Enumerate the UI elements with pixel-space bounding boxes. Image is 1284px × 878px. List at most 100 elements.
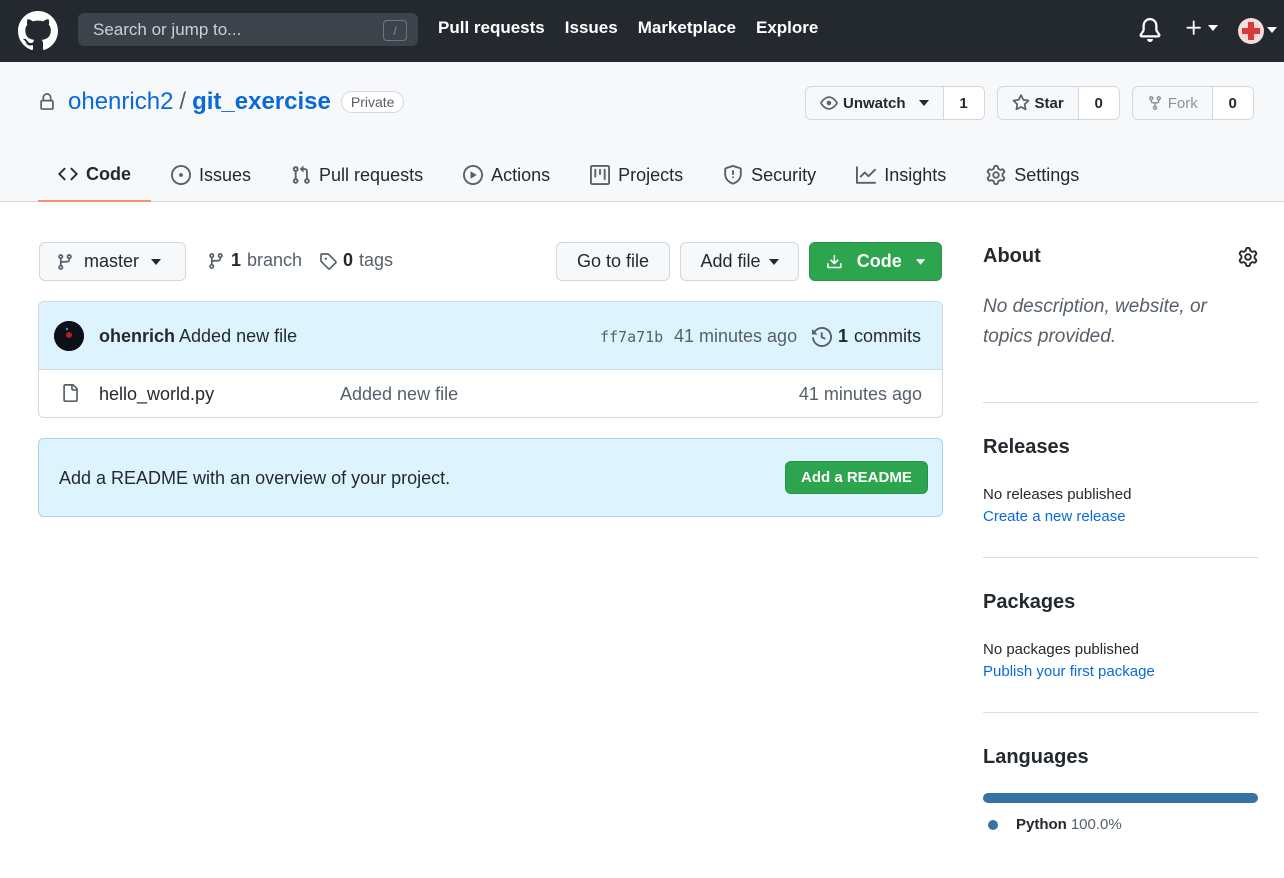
star-button-group: Star 0	[996, 86, 1120, 120]
divider	[983, 712, 1258, 713]
fork-label: Fork	[1167, 94, 1198, 112]
nav-pull-requests[interactable]: Pull requests	[438, 18, 545, 38]
tab-label: Actions	[491, 164, 551, 185]
file-row: hello_world.py Added new file 41 minutes…	[39, 370, 942, 417]
divider	[983, 402, 1258, 403]
code-button-label: Code	[856, 251, 902, 271]
tag-label: tags	[359, 250, 394, 270]
fork-button[interactable]: Fork	[1133, 87, 1213, 119]
language-name: Python	[1016, 816, 1067, 833]
tags-link[interactable]: 0 tags	[319, 250, 393, 271]
repo-actions: Unwatch 1 Star 0 Fork 0	[805, 86, 1254, 120]
code-download-button[interactable]: Code	[809, 242, 942, 281]
caret-down-icon	[915, 258, 925, 265]
language-item[interactable]: Python 100.0%	[988, 816, 1122, 833]
file-name-link[interactable]: hello_world.py	[99, 384, 214, 405]
go-to-file-button[interactable]: Go to file	[556, 242, 670, 281]
branch-count: 1	[231, 250, 242, 270]
tab-pull-requests[interactable]: Pull requests	[271, 148, 443, 202]
tab-issues[interactable]: Issues	[151, 148, 271, 202]
history-icon	[812, 326, 832, 347]
caret-down-icon	[918, 100, 929, 106]
star-count[interactable]: 0	[1078, 87, 1119, 119]
nav-issues[interactable]: Issues	[565, 18, 618, 38]
global-nav: Pull requests Issues Marketplace Explore	[438, 18, 818, 38]
star-icon	[1012, 94, 1029, 111]
caret-down-icon[interactable]	[1267, 27, 1277, 33]
fork-icon	[1148, 96, 1161, 111]
code-icon	[58, 167, 78, 181]
lock-icon	[40, 93, 54, 110]
tab-insights[interactable]: Insights	[836, 148, 966, 202]
shield-icon	[724, 165, 742, 185]
commit-message[interactable]: Added new file	[179, 326, 297, 346]
gear-icon	[986, 165, 1006, 185]
user-avatar[interactable]	[1238, 18, 1264, 44]
unwatch-label: Unwatch	[843, 94, 906, 112]
pull-request-icon	[292, 165, 310, 184]
fork-button-group: Fork 0	[1131, 86, 1254, 120]
branch-icon	[58, 253, 72, 270]
commit-sha[interactable]: ff7a71b	[600, 328, 663, 346]
nav-marketplace[interactable]: Marketplace	[638, 18, 736, 38]
repo-separator: /	[179, 88, 187, 115]
add-file-label: Add file	[700, 251, 761, 271]
add-file-button[interactable]: Add file	[680, 242, 799, 281]
caret-down-icon	[1208, 25, 1218, 31]
tab-security[interactable]: Security	[703, 148, 836, 202]
caret-down-icon	[768, 258, 779, 265]
tab-label: Code	[86, 163, 131, 184]
publish-package-link[interactable]: Publish your first package	[983, 663, 1155, 680]
project-icon	[590, 165, 611, 185]
commits-history-link[interactable]: 1 commits	[812, 326, 921, 347]
unwatch-button[interactable]: Unwatch	[806, 87, 944, 119]
watch-count[interactable]: 1	[943, 87, 984, 119]
commit-author[interactable]: ohenrich	[99, 326, 175, 346]
packages-title[interactable]: Packages	[983, 591, 1075, 614]
graph-icon	[856, 166, 877, 184]
notifications-bell-icon[interactable]	[1138, 18, 1162, 42]
commit-count: 1	[838, 326, 849, 346]
tab-projects[interactable]: Projects	[570, 148, 703, 202]
branch-label: branch	[247, 250, 303, 270]
search-input[interactable]: Search or jump to... /	[78, 13, 418, 46]
file-commit-message[interactable]: Added new file	[340, 384, 458, 405]
repo-owner-link[interactable]: ohenrich2	[68, 88, 173, 116]
readme-banner-text: Add a README with an overview of your pr…	[59, 468, 451, 488]
add-readme-button[interactable]: Add a README	[785, 461, 928, 494]
tag-icon	[320, 252, 337, 270]
divider	[983, 557, 1258, 558]
commit-count-label: commits	[854, 326, 922, 346]
create-release-link[interactable]: Create a new release	[983, 508, 1126, 525]
github-logo-icon[interactable]	[18, 11, 58, 51]
eye-icon	[820, 96, 838, 110]
tab-settings[interactable]: Settings	[966, 148, 1099, 202]
nav-explore[interactable]: Explore	[756, 18, 818, 38]
repo-tabs: Code Issues Pull requests Actions Projec…	[38, 148, 1099, 202]
repo-name-link[interactable]: git_exercise	[192, 88, 331, 116]
latest-commit-row: ohenrich Added new file ff7a71b 41 minut…	[39, 302, 942, 370]
commit-author-avatar[interactable]	[54, 321, 84, 351]
file-browser: ohenrich Added new file ff7a71b 41 minut…	[38, 301, 943, 418]
commit-summary: ohenrich Added new file	[99, 326, 297, 347]
search-placeholder: Search or jump to...	[93, 19, 242, 39]
tab-actions[interactable]: Actions	[443, 148, 570, 202]
create-new-menu[interactable]	[1184, 18, 1218, 38]
visibility-badge: Private	[340, 91, 405, 113]
about-title: About	[983, 245, 1041, 267]
branch-icon	[209, 252, 223, 269]
branch-select-button[interactable]: master	[39, 242, 186, 281]
file-toolbar: master 1 branch 0 tags Go to file Add fi…	[38, 241, 942, 281]
tag-count: 0	[343, 250, 354, 270]
readme-banner: Add a README with an overview of your pr…	[38, 438, 943, 517]
branches-link[interactable]: 1 branch	[207, 250, 302, 271]
releases-title[interactable]: Releases	[983, 436, 1070, 459]
commit-time: 41 minutes ago	[674, 326, 798, 346]
file-commit-time: 41 minutes ago	[798, 384, 922, 404]
tab-code[interactable]: Code	[38, 148, 151, 202]
file-icon	[61, 383, 79, 403]
fork-count[interactable]: 0	[1212, 87, 1253, 119]
tab-label: Insights	[884, 164, 947, 185]
star-button[interactable]: Star	[998, 87, 1079, 119]
gear-icon[interactable]	[1238, 247, 1258, 267]
